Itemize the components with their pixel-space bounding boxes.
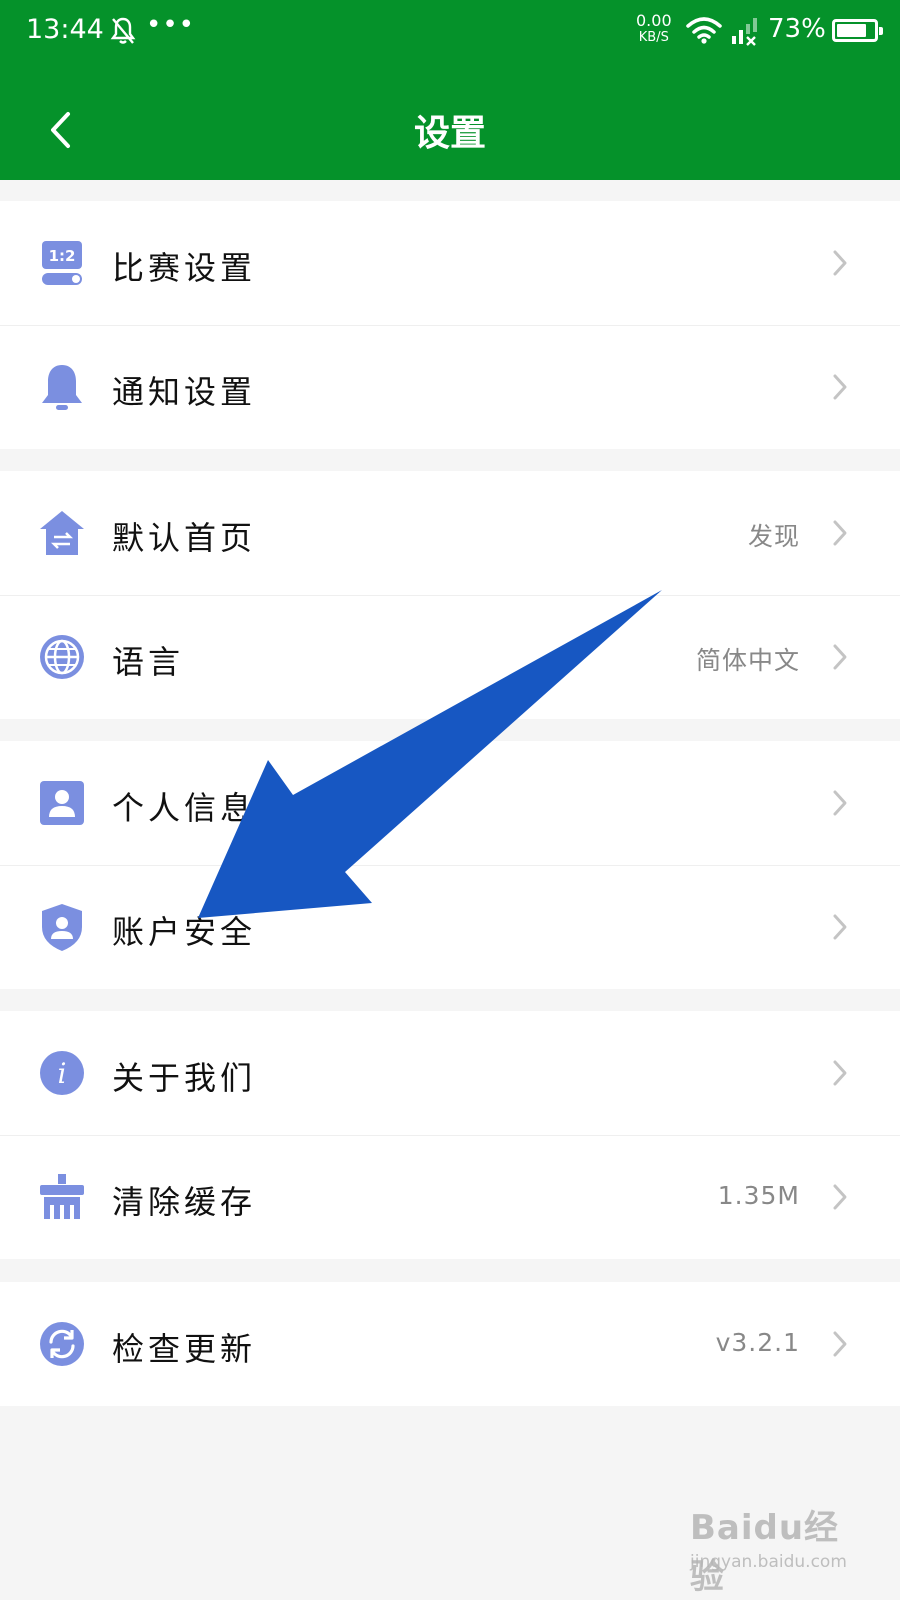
chevron-right-icon [833,790,847,816]
row-label: 检查更新 [112,1330,257,1368]
chevron-right-icon [833,1331,847,1357]
person-card-icon [40,781,84,825]
net-speed-value: 0.00 [636,11,672,30]
svg-text:1:2: 1:2 [49,247,76,265]
row-value: 简体中文 [695,646,800,675]
settings-group-about: i 关于我们 清除缓存 1.35M [0,1011,900,1259]
shield-user-icon [42,904,82,951]
watermark: Baidu经验 jingyan.baidu.com [690,1500,870,1597]
page-title: 设置 [413,112,486,154]
watermark-url: jingyan.baidu.com [690,1552,847,1572]
wifi-icon [686,17,722,44]
status-time: 13:44 [26,14,104,45]
chevron-right-icon [833,520,847,546]
row-label: 关于我们 [112,1059,257,1097]
net-speed: 0.00 KB/S [636,12,672,46]
match-score-icon: 1:2 [42,241,82,285]
row-notification-settings[interactable]: 通知设置 [0,325,900,449]
home-switch-icon [40,511,84,555]
row-match-settings[interactable]: 1:2 比赛设置 [0,201,900,325]
row-clear-cache[interactable]: 清除缓存 1.35M [0,1135,900,1259]
settings-group-match: 1:2 比赛设置 通知设置 [0,201,900,449]
status-more-dots: ••• [146,10,196,40]
row-account-security[interactable]: 账户安全 [0,865,900,989]
row-about-us[interactable]: i 关于我们 [0,1011,900,1135]
watermark-logo: Baidu经验 [690,1508,840,1597]
row-label: 清除缓存 [112,1183,257,1221]
row-value: 发现 [747,522,800,551]
chevron-right-icon [833,250,847,276]
globe-icon [40,635,84,679]
chevron-right-icon [833,644,847,670]
settings-group-account: 个人信息 账户安全 [0,741,900,989]
row-personal-info[interactable]: 个人信息 [0,741,900,865]
bell-icon [42,365,82,410]
broom-icon [40,1174,84,1219]
row-value: v3.2.1 [715,1328,800,1357]
info-icon: i [40,1051,84,1095]
battery-icon [832,19,883,42]
refresh-icon [40,1322,84,1366]
row-value: 1.35M [717,1181,800,1210]
row-label: 个人信息 [112,789,257,827]
row-language[interactable]: 语言 简体中文 [0,595,900,719]
row-label: 比赛设置 [112,249,257,287]
settings-group-update: 检查更新 v3.2.1 [0,1282,900,1406]
row-label: 通知设置 [112,373,257,411]
row-check-update[interactable]: 检查更新 v3.2.1 [0,1282,900,1406]
svg-text:i: i [58,1057,67,1090]
settings-group-home: 默认首页 发现 语言 简体中文 [0,471,900,719]
row-label: 语言 [112,643,185,681]
status-bar: 13:44 ••• 0.00 KB/S 73% [0,0,900,64]
bell-off-icon [110,17,136,44]
chevron-right-icon [833,1184,847,1210]
app-header: 13:44 ••• 0.00 KB/S 73% 设置 [0,0,900,180]
chevron-right-icon [833,374,847,400]
row-label: 账户安全 [112,913,257,951]
battery-fill [837,24,866,37]
battery-percent: 73% [768,14,826,44]
chevron-right-icon [833,1060,847,1086]
net-speed-unit: KB/S [638,30,669,45]
row-default-home[interactable]: 默认首页 发现 [0,471,900,595]
signal-icon [732,18,757,46]
row-label: 默认首页 [112,519,257,557]
chevron-right-icon [833,914,847,940]
